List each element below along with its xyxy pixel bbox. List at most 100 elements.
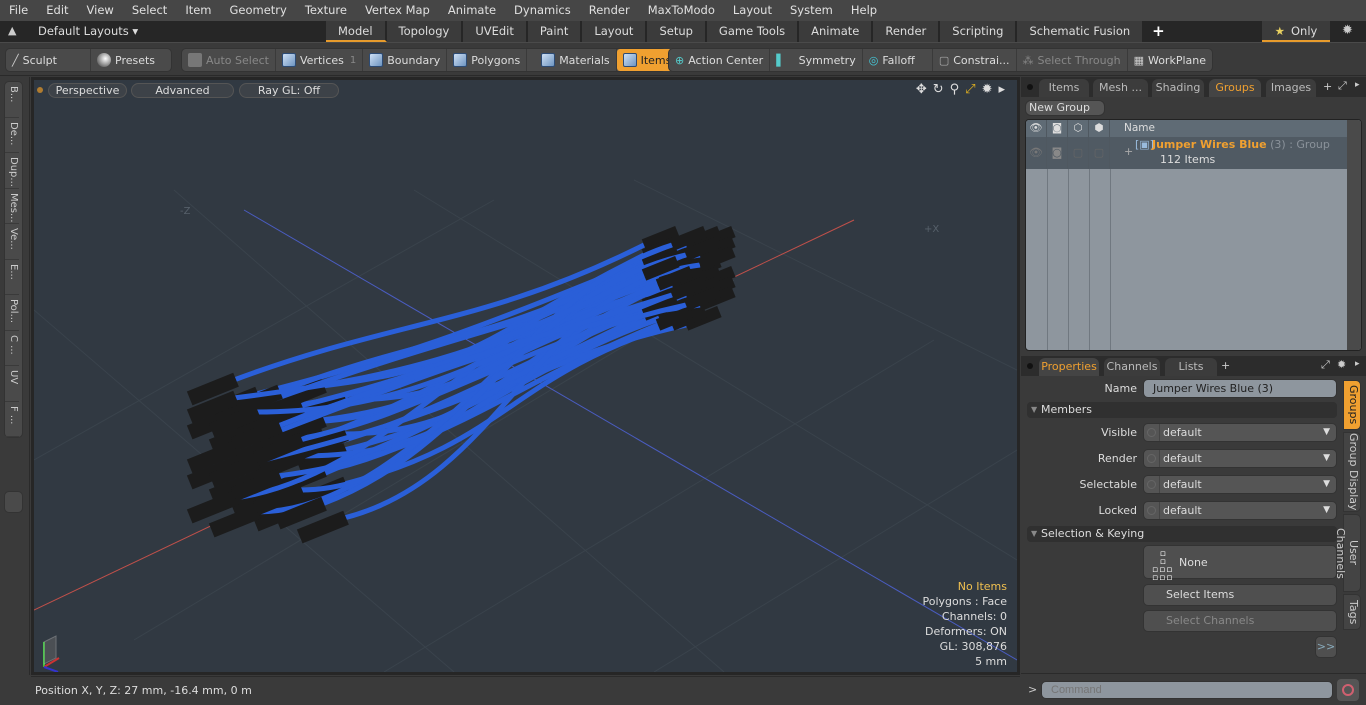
layout-tab-uvedit[interactable]: UVEdit [463, 21, 528, 42]
left-tab[interactable]: C ... [5, 331, 19, 366]
menu-maxtomodo[interactable]: MaxToModo [639, 0, 724, 21]
menu-system[interactable]: System [781, 0, 842, 21]
selection-keying-section[interactable]: ▼ Selection & Keying [1027, 526, 1337, 542]
render-column-icon[interactable]: ◙ [1047, 120, 1068, 137]
menu-render[interactable]: Render [580, 0, 639, 21]
vertices-button[interactable]: Vertices 1 [276, 49, 364, 71]
keying-preset-button[interactable]: ▫ ▫ ▫▫▫ ▫▫▫ None [1143, 545, 1337, 583]
row-lock-toggle[interactable]: ▢ [1068, 137, 1089, 169]
menu-select[interactable]: Select [123, 0, 176, 21]
left-tab[interactable]: Mes... [5, 189, 19, 224]
menu-dynamics[interactable]: Dynamics [505, 0, 580, 21]
override-radio[interactable] [1147, 480, 1156, 489]
layout-tab-paint[interactable]: Paint [527, 21, 583, 42]
materials-button[interactable]: Materials [535, 49, 617, 71]
select-column-icon[interactable]: ⬢ [1089, 120, 1110, 137]
add-tab-icon[interactable]: + [1323, 80, 1332, 93]
side-tab-group-display[interactable]: Group Display [1343, 432, 1361, 512]
default-layouts-dropdown[interactable]: Default Layouts ▾ [38, 24, 138, 38]
render-dropdown[interactable]: default ▼ [1143, 449, 1337, 468]
layout-tab-setup[interactable]: Setup [647, 21, 707, 42]
layout-tab-model[interactable]: Model [326, 21, 387, 42]
properties-gear-icon[interactable]: ✹ [1337, 358, 1346, 371]
lock-column-icon[interactable]: ⬡ [1068, 120, 1089, 137]
expand-plus-icon[interactable]: + [1124, 145, 1133, 158]
more-button[interactable]: >> [1315, 636, 1337, 658]
override-radio[interactable] [1147, 454, 1156, 463]
row-visibility-icon[interactable]: 👁 [1026, 137, 1047, 169]
symmetry-button[interactable]: ▌ Symmetry [770, 49, 863, 71]
left-tab[interactable]: Ve... [5, 224, 19, 260]
tab-channels[interactable]: Channels [1104, 358, 1160, 376]
selectable-dropdown[interactable]: default ▼ [1143, 475, 1337, 494]
record-macro-button[interactable] [1337, 679, 1359, 701]
left-tab[interactable]: B... [5, 82, 19, 118]
side-tab-groups[interactable]: Groups [1343, 380, 1361, 430]
left-tab[interactable]: Dup... [5, 153, 19, 189]
pan-icon[interactable]: ✥ [916, 82, 927, 97]
tab-lists[interactable]: Lists [1165, 358, 1217, 376]
locked-dropdown[interactable]: default ▼ [1143, 501, 1337, 520]
panel-menu-arrow-icon[interactable]: ▸ [1355, 80, 1360, 90]
menu-animate[interactable]: Animate [439, 0, 505, 21]
add-layout-tab-icon[interactable]: + [1144, 21, 1173, 42]
menu-file[interactable]: File [0, 0, 37, 21]
layout-tab-scripting[interactable]: Scripting [940, 21, 1018, 42]
menu-geometry[interactable]: Geometry [221, 0, 296, 21]
menu-item[interactable]: Item [176, 0, 220, 21]
menu-edit[interactable]: Edit [37, 0, 77, 21]
polygons-button[interactable]: Polygons [447, 49, 528, 71]
tab-items[interactable]: Items [1039, 79, 1089, 97]
panel-menu-arrow-icon[interactable]: ▸ [1355, 359, 1360, 369]
workplane-button[interactable]: ▦ WorkPlane [1128, 49, 1212, 71]
side-tab-user-channels[interactable]: User Channels [1334, 514, 1361, 592]
override-radio[interactable] [1147, 506, 1156, 515]
sculpt-button[interactable]: ╱ Sculpt [6, 49, 91, 71]
menu-help[interactable]: Help [842, 0, 886, 21]
raygl-button[interactable]: Ray GL: Off [239, 83, 339, 98]
add-tab-icon[interactable]: + [1221, 359, 1230, 372]
left-tab[interactable]: F ... [5, 402, 19, 437]
left-extra-tab[interactable] [4, 491, 23, 513]
boundary-button[interactable]: Boundary [363, 49, 448, 71]
members-section[interactable]: ▼ Members [1027, 402, 1337, 418]
layout-tab-topology[interactable]: Topology [386, 21, 464, 42]
rotate-icon[interactable]: ↻ [933, 82, 944, 97]
layout-tab-schematic-fusion[interactable]: Schematic Fusion [1017, 21, 1145, 42]
viewport-expand-arrow-icon[interactable]: ▸ [998, 82, 1005, 97]
select-items-button[interactable]: Select Items [1143, 584, 1337, 606]
auto-select-button[interactable]: Auto Select [182, 49, 276, 71]
select-channels-button[interactable]: Select Channels [1143, 610, 1337, 632]
only-button[interactable]: ★ Only [1262, 21, 1330, 42]
layout-tab-layout[interactable]: Layout [582, 21, 648, 42]
perspective-button[interactable]: Perspective [48, 83, 127, 98]
layout-tab-game-tools[interactable]: Game Tools [706, 21, 800, 42]
menu-vertex-map[interactable]: Vertex Map [356, 0, 439, 21]
menu-view[interactable]: View [78, 0, 123, 21]
action-center-button[interactable]: ⊕ Action Center [669, 49, 771, 71]
panel-dot[interactable] [1027, 84, 1033, 90]
shading-button[interactable]: Advanced [131, 83, 234, 98]
tab-groups[interactable]: Groups [1209, 79, 1261, 97]
group-row[interactable]: 👁 ◙ ▢ ▢ + [▣] Jumper Wires Blue (3) : Gr… [1026, 137, 1361, 169]
visibility-column-icon[interactable]: 👁 [1026, 120, 1047, 137]
layout-tab-render[interactable]: Render [873, 21, 941, 42]
groups-list-scrollbar[interactable] [1347, 120, 1361, 350]
panel-dot[interactable] [1027, 363, 1033, 369]
name-field[interactable]: Jumper Wires Blue (3) [1143, 379, 1337, 398]
select-through-button[interactable]: ⁂ Select Through [1017, 49, 1128, 71]
row-select-toggle[interactable]: ▢ [1089, 137, 1110, 169]
tab-mesh[interactable]: Mesh ... [1093, 79, 1148, 97]
viewport-indicator-dot[interactable] [37, 87, 43, 93]
left-tab[interactable]: De... [5, 118, 19, 153]
constraints-button[interactable]: ▢ Constrai... [933, 49, 1017, 71]
menu-layout[interactable]: Layout [724, 0, 781, 21]
command-input[interactable] [1041, 681, 1333, 699]
expand-panel-icon[interactable]: ⤢ [1338, 79, 1347, 93]
viewport-gear-icon[interactable]: ✹ [982, 82, 993, 97]
left-tab[interactable]: Pol... [5, 295, 19, 331]
gear-icon[interactable]: ✹ [1342, 23, 1353, 38]
menu-texture[interactable]: Texture [296, 0, 356, 21]
visible-dropdown[interactable]: default ▼ [1143, 423, 1337, 442]
left-tab[interactable]: UV [5, 366, 19, 402]
